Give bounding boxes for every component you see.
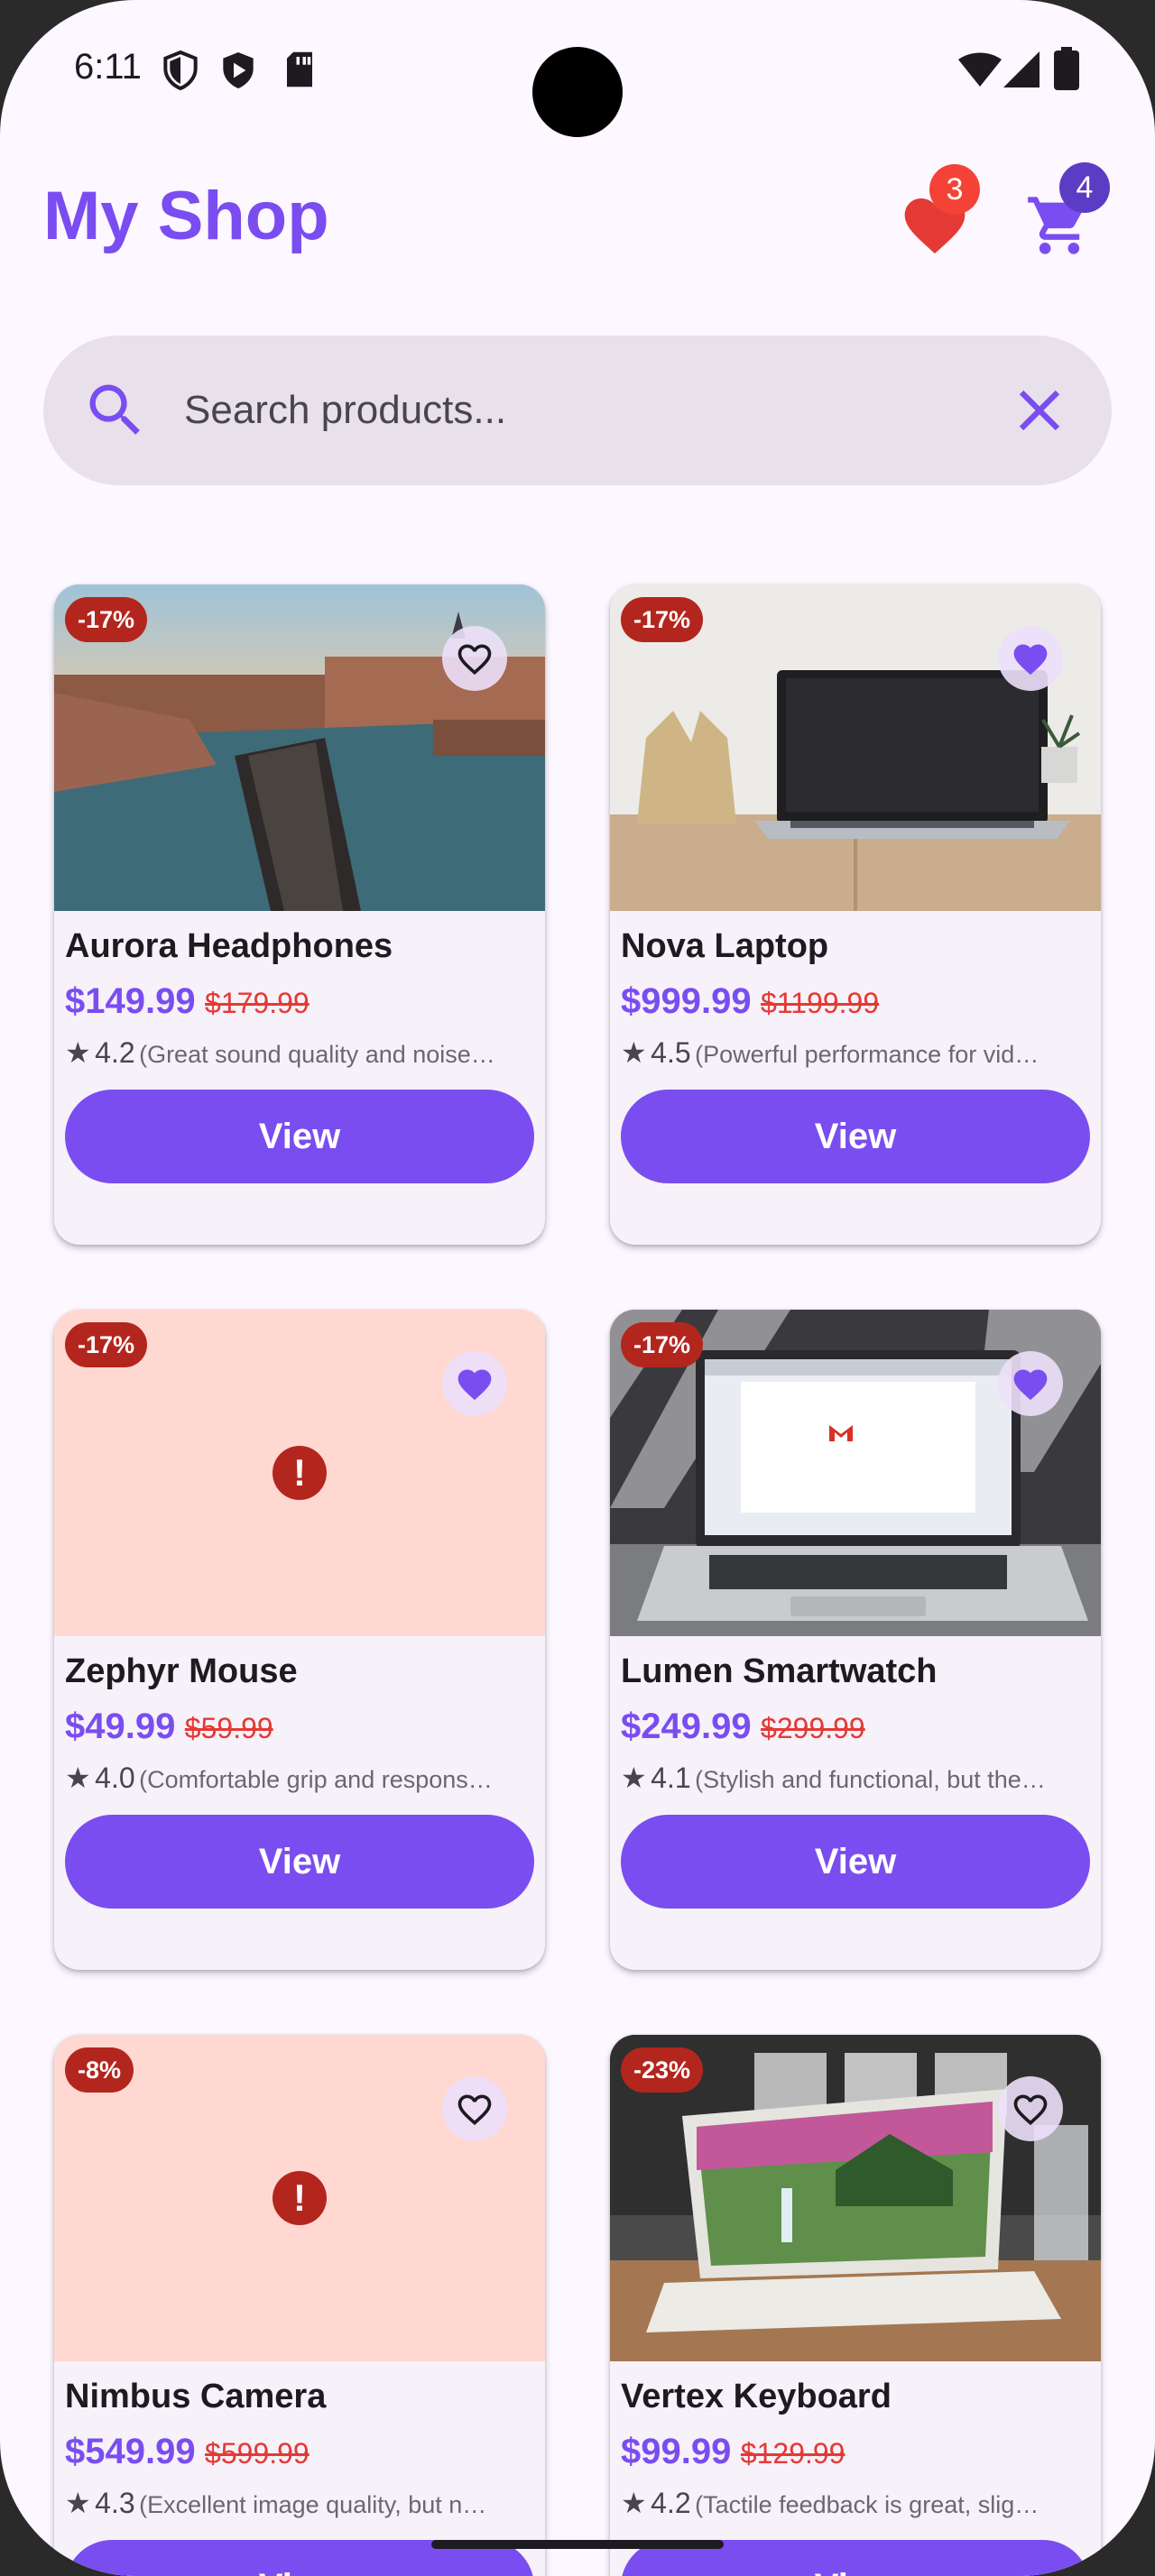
heart-filled-icon	[457, 1369, 492, 1401]
product-rating: 4.3	[95, 2487, 135, 2519]
heart-filled-icon	[1013, 1369, 1048, 1401]
discount-badge: -17%	[65, 1322, 148, 1367]
discount-badge: -23%	[621, 2047, 704, 2093]
star-icon: ★	[65, 2487, 91, 2519]
discount-badge: -8%	[65, 2047, 134, 2093]
star-icon: ★	[65, 1762, 91, 1794]
heart-outline-icon	[457, 644, 492, 676]
search-input[interactable]	[184, 372, 996, 449]
review-snippet: (Stylish and functional, but the…	[695, 1766, 1046, 1793]
error-icon: !	[273, 1446, 327, 1500]
price-row: $99.99 $129.99	[621, 2432, 845, 2472]
favorite-toggle[interactable]	[998, 1351, 1063, 1416]
review-snippet: (Tactile feedback is great, slig…	[695, 2491, 1040, 2518]
original-price: $599.99	[205, 2437, 310, 2470]
product-price: $999.99	[621, 981, 752, 1021]
review-snippet: (Great sound quality and noise…	[139, 1041, 495, 1068]
discount-badge: -17%	[65, 597, 148, 642]
product-card[interactable]: -17% Aurora Headphones $149.99 $179.99 ★…	[54, 584, 545, 1245]
discount-badge: -17%	[621, 1322, 704, 1367]
star-icon: ★	[621, 2487, 647, 2519]
status-time: 6:11	[74, 47, 142, 87]
product-card[interactable]: ! -17% Zephyr Mouse $49.99 $59.99 ★ 4.0 …	[54, 1310, 545, 1970]
product-name: Zephyr Mouse	[65, 1652, 298, 1690]
product-rating: 4.5	[651, 1036, 691, 1069]
product-name: Aurora Headphones	[65, 927, 393, 965]
signal-icon	[1003, 51, 1040, 87]
status-bar: 6:11	[0, 0, 1155, 144]
view-button[interactable]: View	[621, 1090, 1090, 1183]
rating-row: ★ 4.5 (Powerful performance for vid…	[621, 1035, 1090, 1070]
favorite-toggle[interactable]	[998, 626, 1063, 691]
review-snippet: (Excellent image quality, but n…	[139, 2491, 487, 2518]
phone-screen: 6:11 My Shop 3 4 Search products... -17%…	[0, 0, 1155, 2576]
product-name: Nimbus Camera	[65, 2378, 327, 2415]
product-card[interactable]: -17% Nova Laptop $999.99 $1199.99 ★ 4.5 …	[610, 584, 1101, 1245]
favorite-toggle[interactable]	[998, 2076, 1063, 2141]
favorite-toggle[interactable]	[442, 2076, 507, 2141]
search-bar[interactable]	[43, 336, 1112, 485]
rating-row: ★ 4.0 (Comfortable grip and respons…	[65, 1761, 534, 1795]
search-icon	[89, 384, 140, 435]
rating-row: ★ 4.2 (Tactile feedback is great, slig…	[621, 2486, 1090, 2520]
favorites-count-badge: 3	[929, 164, 980, 215]
heart-outline-icon	[457, 2094, 492, 2126]
wifi-icon	[958, 52, 1002, 87]
rating-row: ★ 4.3 (Excellent image quality, but n…	[65, 2486, 534, 2520]
price-row: $549.99 $599.99	[65, 2432, 310, 2472]
star-icon: ★	[621, 1036, 647, 1069]
product-price: $249.99	[621, 1707, 752, 1746]
star-icon: ★	[621, 1762, 647, 1794]
product-name: Lumen Smartwatch	[621, 1652, 938, 1690]
product-price: $549.99	[65, 2432, 196, 2471]
product-price: $149.99	[65, 981, 196, 1021]
product-rating: 4.1	[651, 1762, 691, 1794]
heart-outline-icon	[1013, 2094, 1048, 2126]
clear-icon[interactable]	[1005, 376, 1074, 445]
rating-row: ★ 4.1 (Stylish and functional, but the…	[621, 1761, 1090, 1795]
rating-row: ★ 4.2 (Great sound quality and noise…	[65, 1035, 534, 1070]
product-name: Nova Laptop	[621, 927, 829, 965]
heart-filled-icon	[1013, 644, 1048, 676]
product-card[interactable]: -17% Lumen Smartwatch $249.99 $299.99 ★ …	[610, 1310, 1101, 1970]
product-price: $99.99	[621, 2432, 732, 2471]
product-card[interactable]: -23% Vertex Keyboard $99.99 $129.99 ★ 4.…	[610, 2035, 1101, 2576]
view-button[interactable]: View	[621, 1815, 1090, 1909]
product-rating: 4.2	[651, 2487, 691, 2519]
error-icon: !	[273, 2171, 327, 2225]
review-snippet: (Comfortable grip and respons…	[139, 1766, 493, 1793]
view-button[interactable]: View	[65, 1090, 534, 1183]
price-row: $249.99 $299.99	[621, 1707, 865, 1747]
battery-icon	[1054, 47, 1079, 90]
favorite-toggle[interactable]	[442, 626, 507, 691]
cart-button[interactable]: 4	[1025, 162, 1110, 254]
view-button[interactable]: View	[65, 1815, 534, 1909]
camera-cutout	[532, 47, 623, 137]
original-price: $179.99	[205, 987, 310, 1019]
product-rating: 4.0	[95, 1762, 135, 1794]
product-name: Vertex Keyboard	[621, 2378, 892, 2415]
discount-badge: -17%	[621, 597, 704, 642]
sd-card-icon	[287, 51, 312, 87]
price-row: $49.99 $59.99	[65, 1707, 273, 1747]
original-price: $129.99	[740, 2437, 845, 2470]
shield-icon	[163, 51, 198, 90]
app-title: My Shop	[43, 178, 329, 254]
original-price: $59.99	[184, 1712, 273, 1744]
price-row: $999.99 $1199.99	[621, 981, 879, 1022]
cart-count-badge: 4	[1059, 162, 1110, 213]
favorite-toggle[interactable]	[442, 1351, 507, 1416]
play-protect-icon	[223, 52, 254, 88]
favorites-button[interactable]: 3	[899, 164, 980, 254]
review-snippet: (Powerful performance for vid…	[695, 1041, 1040, 1068]
original-price: $299.99	[761, 1712, 865, 1744]
product-rating: 4.2	[95, 1036, 135, 1069]
product-price: $49.99	[65, 1707, 176, 1746]
original-price: $1199.99	[761, 987, 880, 1019]
home-indicator[interactable]	[431, 2540, 724, 2549]
star-icon: ★	[65, 1036, 91, 1069]
price-row: $149.99 $179.99	[65, 981, 310, 1022]
product-card[interactable]: ! -8% Nimbus Camera $549.99 $599.99 ★ 4.…	[54, 2035, 545, 2576]
